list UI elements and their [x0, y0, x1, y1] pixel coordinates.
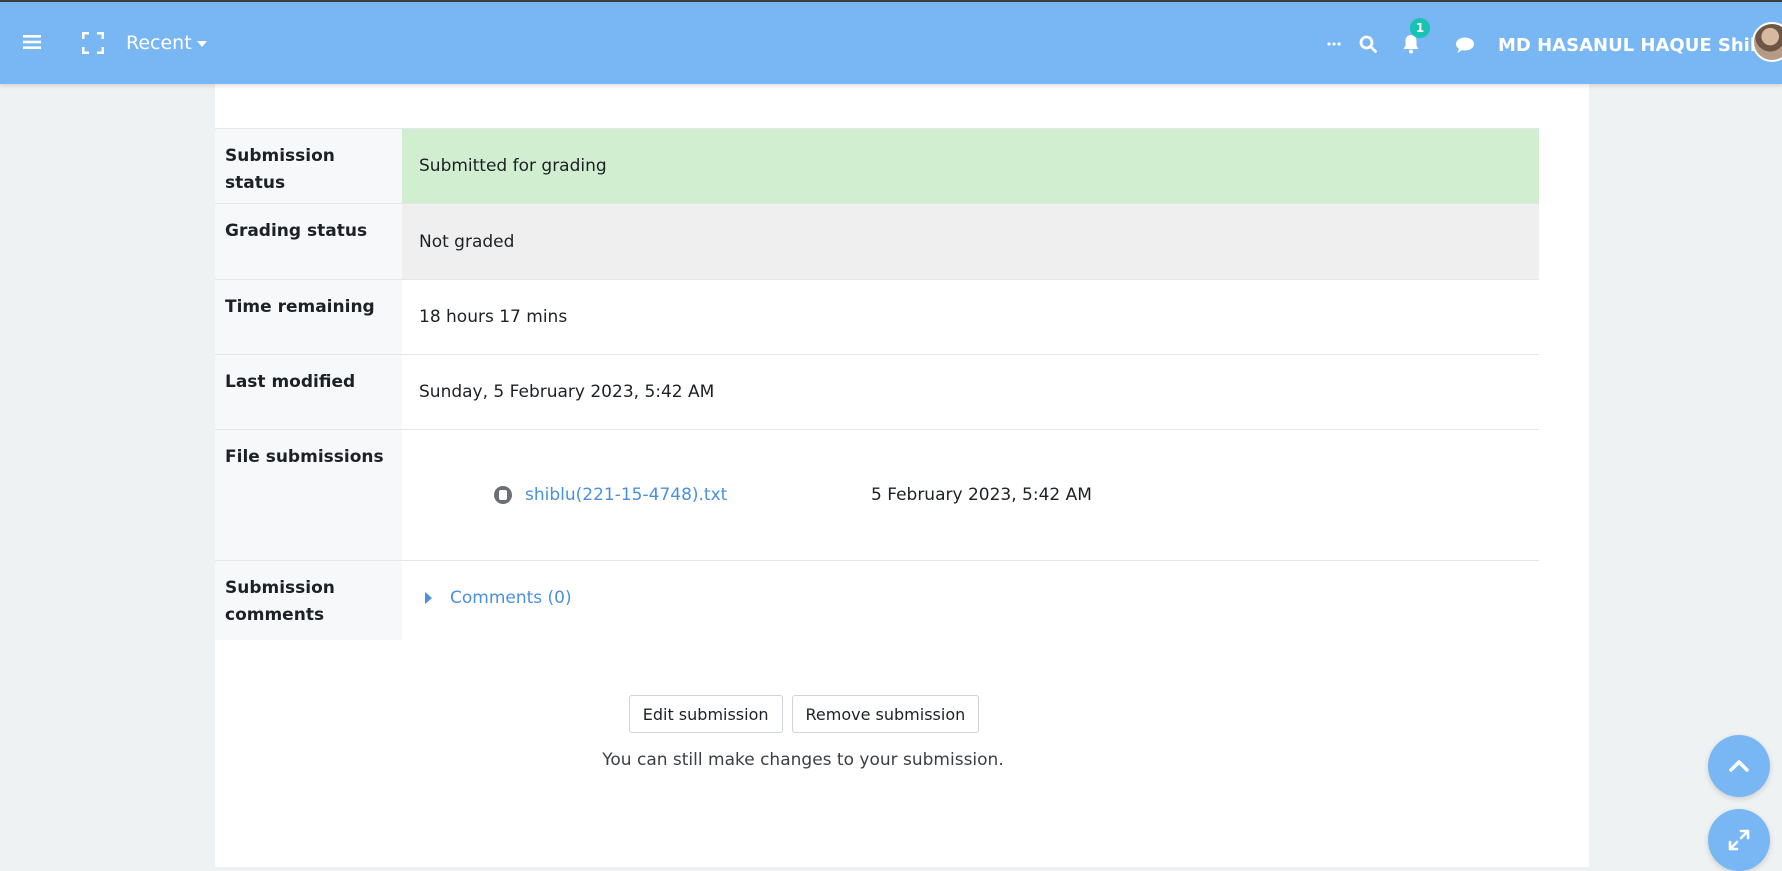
grading-status-row: Grading status Not graded: [215, 203, 1539, 279]
grading-status-value: Not graded: [402, 204, 1539, 279]
time-remaining-value: 18 hours 17 mins: [419, 307, 568, 327]
row-label: Last modified: [215, 355, 402, 429]
file-date: 5 February 2023, 5:42 AM: [871, 485, 1092, 505]
file-icon: [494, 486, 512, 504]
fullscreen-icon[interactable]: [80, 30, 106, 56]
expand-icon: [1728, 829, 1750, 851]
row-label: Grading status: [215, 204, 402, 279]
recent-dropdown[interactable]: Recent: [126, 28, 207, 58]
submission-actions: Edit submission Remove submission: [117, 695, 1491, 733]
submission-comments-row: Submission comments Comments (0): [215, 560, 1539, 640]
row-label: Submission status: [215, 129, 402, 203]
file-link[interactable]: shiblu(221-15-4748).txt: [525, 485, 871, 505]
file-item: shiblu(221-15-4748).txt 5 February 2023,…: [494, 485, 1092, 505]
comments-link[interactable]: Comments (0): [450, 588, 572, 608]
time-remaining-row: Time remaining 18 hours 17 mins: [215, 279, 1539, 354]
scroll-top-button[interactable]: [1708, 735, 1770, 797]
chevron-down-icon: [196, 41, 207, 47]
user-name[interactable]: MD HASANUL HAQUE Shiblu: [1498, 30, 1782, 60]
top-navbar: Recent 1 MD HASANUL HAQUE Shiblu: [0, 0, 1782, 84]
file-submissions-value: shiblu(221-15-4748).txt 5 February 2023,…: [402, 430, 1539, 560]
row-label: File submissions: [215, 430, 402, 560]
more-icon[interactable]: [1320, 30, 1348, 58]
remove-submission-button[interactable]: Remove submission: [791, 695, 980, 733]
submission-status-row: Submission status Submitted for grading: [215, 128, 1539, 203]
chat-icon[interactable]: [1450, 30, 1480, 60]
submission-status-value: Submitted for grading: [402, 129, 1539, 203]
last-modified-value: Sunday, 5 February 2023, 5:42 AM: [419, 382, 715, 402]
expand-button[interactable]: [1708, 809, 1770, 871]
menu-icon[interactable]: [18, 28, 46, 56]
row-label: Submission comments: [215, 561, 402, 640]
last-modified-row: Last modified Sunday, 5 February 2023, 5…: [215, 354, 1539, 429]
comments-toggle[interactable]: Comments (0): [419, 588, 572, 608]
chevron-up-icon: [1729, 760, 1749, 772]
edit-submission-button[interactable]: Edit submission: [628, 695, 783, 733]
notification-badge: 1: [1410, 18, 1430, 38]
main-content: Submission status Submitted for grading …: [215, 84, 1589, 867]
submission-comments-value: Comments (0): [402, 561, 1539, 640]
file-submissions-row: File submissions shiblu(221-15-4748).txt…: [215, 429, 1539, 560]
caret-right-icon: [425, 592, 432, 604]
recent-label: Recent: [126, 32, 192, 54]
search-icon[interactable]: [1354, 30, 1382, 58]
row-label: Time remaining: [215, 280, 402, 354]
edit-hint: You can still make changes to your submi…: [602, 750, 1004, 770]
